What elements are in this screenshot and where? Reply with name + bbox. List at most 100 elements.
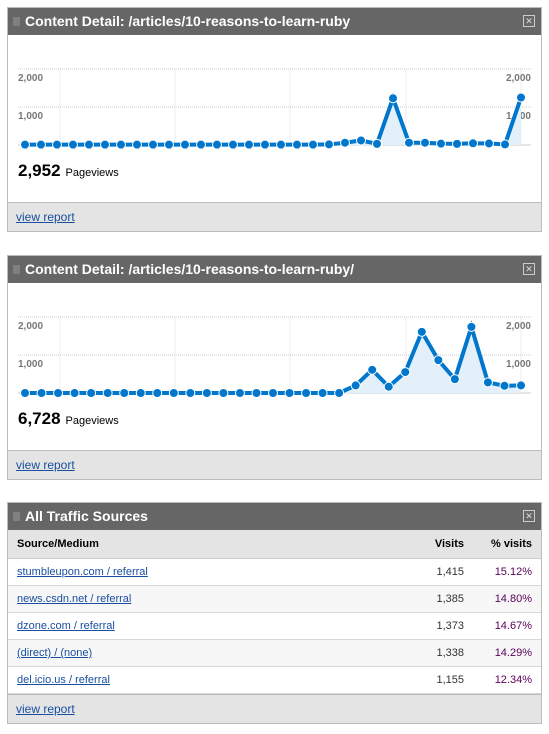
data-point [244,139,254,150]
series-line [25,92,523,147]
source-link[interactable]: del.icio.us / referral [17,674,110,686]
data-point [148,139,158,150]
data-point [420,137,430,148]
drag-handle-icon[interactable] [13,265,20,274]
source-cell: news.csdn.net / referral [8,585,405,613]
visits-cell: 1,338 [405,639,473,667]
view-report-link[interactable]: view report [16,458,75,472]
data-point [317,388,328,398]
close-icon[interactable]: ✕ [523,263,535,275]
total-value: 6,728 [18,409,61,428]
data-point [308,139,318,150]
data-point [68,139,78,150]
data-point [102,388,113,398]
data-point [436,138,446,149]
panel-footer: view report [8,450,541,479]
total-value: 2,952 [18,161,61,180]
data-point [433,355,444,366]
source-link[interactable]: dzone.com / referral [17,620,115,632]
source-link[interactable]: news.csdn.net / referral [17,593,131,605]
data-point [251,388,262,398]
data-point [228,139,238,150]
data-point [367,364,378,375]
data-point [340,137,350,148]
pct-visits-cell: 14.80% [473,585,541,613]
series-area [25,97,521,145]
chart-area: 1,000 1,000 2,000 2,000 6,728 Pageviews [8,283,541,450]
table-row: news.csdn.net / referral 1,385 14.80% [8,585,541,613]
data-point [53,388,64,398]
data-point [449,374,460,385]
panel-header[interactable]: Content Detail: /articles/10-reasons-to-… [8,256,541,283]
chart-area: 1,0001,0002,0002,000 2,952Pageviews [8,35,541,202]
table-row: (direct) / (none) 1,338 14.29% [8,639,541,667]
data-point [484,138,494,149]
data-point [100,139,110,150]
table-row: dzone.com / referral 1,373 14.67% [8,612,541,640]
y-tick-label-left: 2,000 [18,73,43,84]
source-link[interactable]: (direct) / (none) [17,647,92,659]
data-point [500,139,510,150]
panel-title: Content Detail: /articles/10-reasons-to-… [25,261,355,277]
visits-cell: 1,155 [405,666,473,694]
pct-visits-cell: 12.34% [473,666,541,694]
visits-cell: 1,373 [405,612,473,640]
panel-header[interactable]: Content Detail: /articles/10-reasons-to-… [8,8,541,35]
visits-cell: 1,385 [405,585,473,613]
data-point [84,139,94,150]
column-header-visits[interactable]: Visits [405,530,473,559]
source-cell: del.icio.us / referral [8,666,405,694]
data-point [350,380,361,391]
total-label: Pageviews [65,415,119,427]
column-header-source[interactable]: Source/Medium [8,530,405,559]
y-tick-label-right: 2,000 [506,73,531,84]
traffic-table: Source/Medium Visits % visits stumbleupo… [8,530,541,694]
panel-header[interactable]: All Traffic Sources ✕ [8,503,541,530]
data-point [52,139,62,150]
data-point [20,139,30,150]
pct-visits-cell: 14.67% [473,612,541,640]
data-point [404,137,414,148]
content-detail-panel-2: Content Detail: /articles/10-reasons-to-… [7,255,542,480]
data-point [218,388,229,398]
view-report-link[interactable]: view report [16,210,75,224]
data-point [388,93,398,104]
total-label: Pageviews [65,167,119,179]
data-point [234,388,245,398]
total-pageviews: 6,728 Pageviews [18,409,119,429]
panel-footer: view report [8,202,541,231]
data-point [301,388,312,398]
data-point [196,139,206,150]
data-point [334,388,345,398]
pct-visits-cell: 14.29% [473,639,541,667]
data-point [168,388,179,398]
data-point [212,139,222,150]
data-point [164,139,174,150]
y-tick-label-left: 1,000 [18,359,43,370]
column-header-pct-visits[interactable]: % visits [473,530,541,559]
source-link[interactable]: stumbleupon.com / referral [17,566,148,578]
drag-handle-icon[interactable] [13,17,20,26]
panel-title: Content Detail: /articles/10-reasons-to-… [25,13,351,29]
drag-handle-icon[interactable] [13,512,20,521]
data-point [36,388,47,398]
data-point [69,388,80,398]
panel-footer: view report [8,694,541,723]
data-point [119,388,130,398]
data-point [132,139,142,150]
y-tick-label-left: 1,000 [18,111,43,122]
view-report-link[interactable]: view report [16,702,75,716]
close-icon[interactable]: ✕ [523,510,535,522]
data-point [383,381,394,392]
data-point [152,388,163,398]
data-point [516,92,526,103]
content-detail-panel-1: Content Detail: /articles/10-reasons-to-… [7,7,542,232]
data-point [260,139,270,150]
close-icon[interactable]: ✕ [523,15,535,27]
panel-title: All Traffic Sources [25,508,148,524]
total-pageviews: 2,952 Pageviews [18,161,119,181]
data-point [185,388,196,398]
data-point [372,138,382,149]
data-point [400,367,411,378]
data-point [201,388,212,398]
